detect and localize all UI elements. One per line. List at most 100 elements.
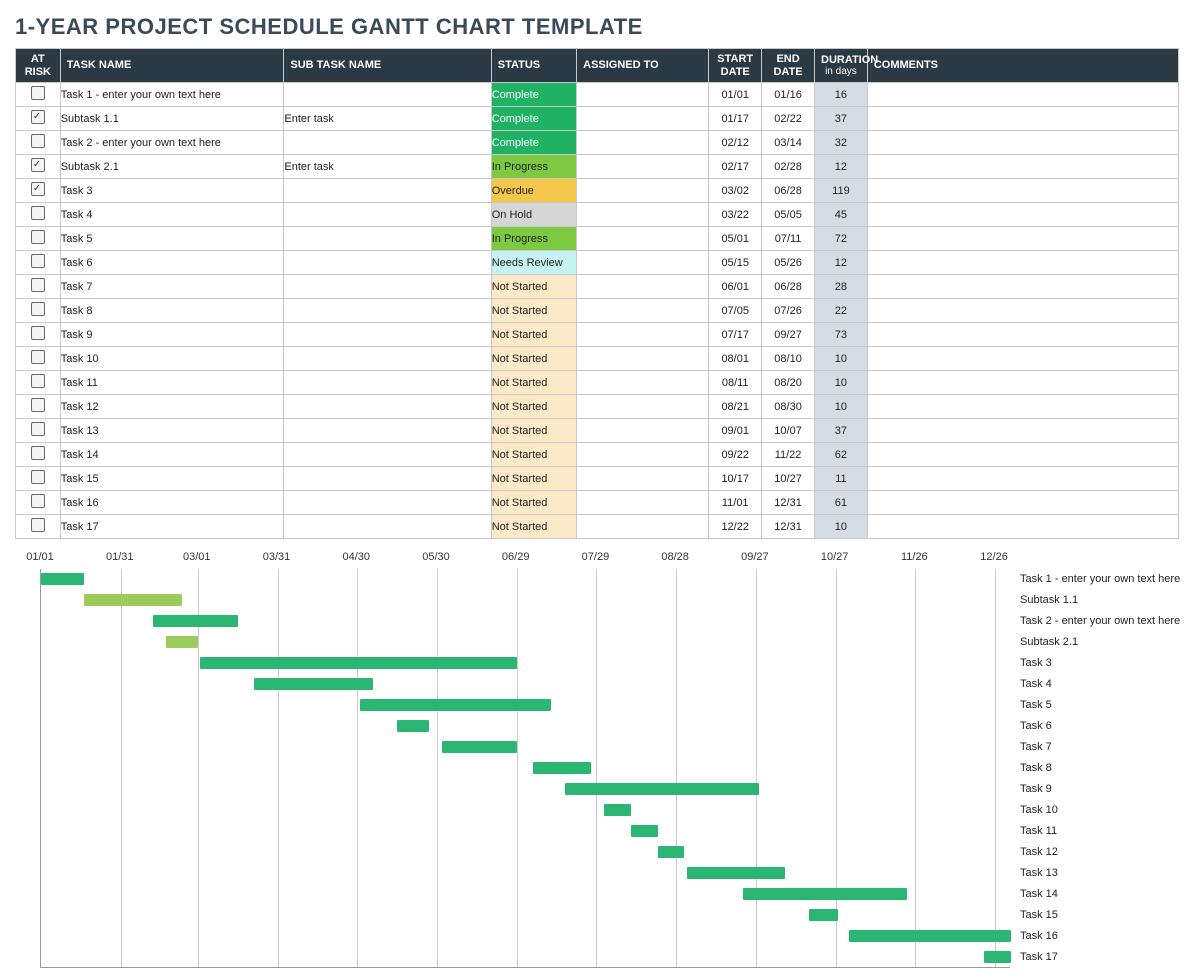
status-cell[interactable]: Not Started	[491, 371, 576, 395]
task-name-cell[interactable]: Task 8	[60, 299, 284, 323]
start-date-cell[interactable]: 02/17	[709, 155, 762, 179]
gantt-bar[interactable]	[254, 678, 374, 690]
risk-cell[interactable]	[16, 347, 61, 371]
checkbox-icon[interactable]	[31, 134, 45, 148]
risk-cell[interactable]	[16, 299, 61, 323]
gantt-bar[interactable]	[397, 720, 429, 732]
checkbox-icon[interactable]	[31, 374, 45, 388]
status-cell[interactable]: Not Started	[491, 395, 576, 419]
comments-cell[interactable]	[867, 131, 1178, 155]
risk-cell[interactable]	[16, 227, 61, 251]
start-date-cell[interactable]: 08/01	[709, 347, 762, 371]
checkbox-icon[interactable]	[31, 302, 45, 316]
checkbox-icon[interactable]	[31, 182, 45, 196]
start-date-cell[interactable]: 05/01	[709, 227, 762, 251]
checkbox-icon[interactable]	[31, 470, 45, 484]
checkbox-icon[interactable]	[31, 158, 45, 172]
end-date-cell[interactable]: 02/28	[762, 155, 815, 179]
comments-cell[interactable]	[867, 443, 1178, 467]
status-cell[interactable]: In Progress	[491, 155, 576, 179]
task-name-cell[interactable]: Task 1 - enter your own text here	[60, 83, 284, 107]
assigned-cell[interactable]	[577, 155, 709, 179]
comments-cell[interactable]	[867, 491, 1178, 515]
assigned-cell[interactable]	[577, 179, 709, 203]
subtask-name-cell[interactable]	[284, 275, 491, 299]
task-name-cell[interactable]: Task 3	[60, 179, 284, 203]
risk-cell[interactable]	[16, 323, 61, 347]
subtask-name-cell[interactable]	[284, 83, 491, 107]
assigned-cell[interactable]	[577, 347, 709, 371]
start-date-cell[interactable]: 03/22	[709, 203, 762, 227]
subtask-name-cell[interactable]	[284, 395, 491, 419]
gantt-bar[interactable]	[743, 888, 908, 900]
task-name-cell[interactable]: Task 13	[60, 419, 284, 443]
assigned-cell[interactable]	[577, 467, 709, 491]
task-name-cell[interactable]: Task 16	[60, 491, 284, 515]
status-cell[interactable]: Not Started	[491, 347, 576, 371]
subtask-name-cell[interactable]	[284, 419, 491, 443]
task-name-cell[interactable]: Task 7	[60, 275, 284, 299]
comments-cell[interactable]	[867, 155, 1178, 179]
status-cell[interactable]: Overdue	[491, 179, 576, 203]
start-date-cell[interactable]: 09/22	[709, 443, 762, 467]
checkbox-icon[interactable]	[31, 494, 45, 508]
end-date-cell[interactable]: 10/27	[762, 467, 815, 491]
status-cell[interactable]: On Hold	[491, 203, 576, 227]
start-date-cell[interactable]: 07/05	[709, 299, 762, 323]
assigned-cell[interactable]	[577, 491, 709, 515]
status-cell[interactable]: In Progress	[491, 227, 576, 251]
gantt-bar[interactable]	[604, 804, 631, 816]
comments-cell[interactable]	[867, 107, 1178, 131]
risk-cell[interactable]	[16, 251, 61, 275]
gantt-bar[interactable]	[41, 573, 84, 585]
checkbox-icon[interactable]	[31, 398, 45, 412]
assigned-cell[interactable]	[577, 299, 709, 323]
end-date-cell[interactable]: 12/31	[762, 515, 815, 539]
end-date-cell[interactable]: 07/26	[762, 299, 815, 323]
start-date-cell[interactable]: 05/15	[709, 251, 762, 275]
end-date-cell[interactable]: 06/28	[762, 179, 815, 203]
status-cell[interactable]: Not Started	[491, 515, 576, 539]
comments-cell[interactable]	[867, 419, 1178, 443]
gantt-bar[interactable]	[565, 783, 759, 795]
checkbox-icon[interactable]	[31, 230, 45, 244]
subtask-name-cell[interactable]	[284, 131, 491, 155]
task-name-cell[interactable]: Subtask 1.1	[60, 107, 284, 131]
start-date-cell[interactable]: 01/17	[709, 107, 762, 131]
subtask-name-cell[interactable]	[284, 467, 491, 491]
start-date-cell[interactable]: 06/01	[709, 275, 762, 299]
gantt-bar[interactable]	[687, 867, 785, 879]
start-date-cell[interactable]: 11/01	[709, 491, 762, 515]
checkbox-icon[interactable]	[31, 446, 45, 460]
risk-cell[interactable]	[16, 131, 61, 155]
risk-cell[interactable]	[16, 371, 61, 395]
end-date-cell[interactable]: 08/10	[762, 347, 815, 371]
start-date-cell[interactable]: 01/01	[709, 83, 762, 107]
checkbox-icon[interactable]	[31, 278, 45, 292]
subtask-name-cell[interactable]: Enter task	[284, 155, 491, 179]
status-cell[interactable]: Not Started	[491, 323, 576, 347]
start-date-cell[interactable]: 07/17	[709, 323, 762, 347]
comments-cell[interactable]	[867, 371, 1178, 395]
end-date-cell[interactable]: 09/27	[762, 323, 815, 347]
comments-cell[interactable]	[867, 347, 1178, 371]
assigned-cell[interactable]	[577, 107, 709, 131]
subtask-name-cell[interactable]	[284, 371, 491, 395]
status-cell[interactable]: Not Started	[491, 419, 576, 443]
end-date-cell[interactable]: 05/26	[762, 251, 815, 275]
task-name-cell[interactable]: Task 14	[60, 443, 284, 467]
subtask-name-cell[interactable]	[284, 299, 491, 323]
assigned-cell[interactable]	[577, 131, 709, 155]
gantt-bar[interactable]	[631, 825, 658, 837]
status-cell[interactable]: Complete	[491, 83, 576, 107]
risk-cell[interactable]	[16, 515, 61, 539]
comments-cell[interactable]	[867, 203, 1178, 227]
checkbox-icon[interactable]	[31, 518, 45, 532]
start-date-cell[interactable]: 12/22	[709, 515, 762, 539]
assigned-cell[interactable]	[577, 275, 709, 299]
end-date-cell[interactable]: 08/30	[762, 395, 815, 419]
start-date-cell[interactable]: 03/02	[709, 179, 762, 203]
subtask-name-cell[interactable]	[284, 443, 491, 467]
start-date-cell[interactable]: 08/11	[709, 371, 762, 395]
checkbox-icon[interactable]	[31, 110, 45, 124]
